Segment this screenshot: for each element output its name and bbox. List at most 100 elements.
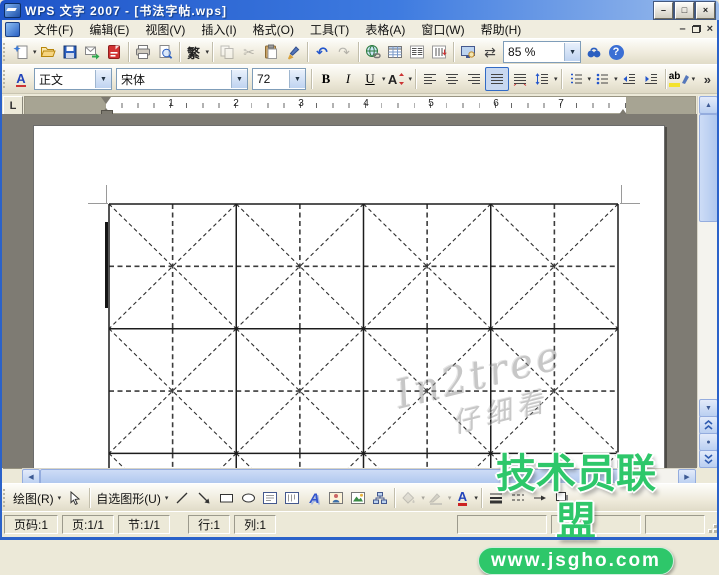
font-size-combo[interactable]: 72 ▼ — [252, 68, 306, 90]
open-button[interactable] — [37, 41, 59, 63]
underline-dropdown-arrow[interactable]: ▾ — [382, 75, 386, 83]
save-button[interactable] — [59, 41, 81, 63]
resize-grip[interactable] — [704, 520, 717, 533]
numbering-button[interactable] — [565, 68, 587, 90]
line-spacing-dropdown-arrow[interactable]: ▾ — [554, 75, 558, 83]
copy-button[interactable] — [216, 41, 238, 63]
menu-table[interactable]: 表格(A) — [357, 20, 413, 39]
line-color-button[interactable] — [425, 487, 447, 509]
distribute-button[interactable] — [509, 68, 531, 90]
text-direction-button[interactable] — [428, 41, 450, 63]
style-combo[interactable]: 正文 ▼ — [34, 68, 112, 90]
print-button[interactable] — [132, 41, 154, 63]
character-scale-button[interactable]: A — [386, 68, 408, 90]
rectangle-button[interactable] — [215, 487, 237, 509]
minimize-button[interactable]: – — [654, 2, 673, 19]
close-button[interactable]: × — [696, 2, 715, 19]
mdi-restore-button[interactable] — [692, 25, 701, 33]
bullets-button[interactable] — [591, 68, 613, 90]
traditional-simplified-button[interactable]: 繁 — [183, 41, 205, 63]
menu-help[interactable]: 帮助(H) — [473, 20, 530, 39]
columns-button[interactable] — [406, 41, 428, 63]
tab-selector-button[interactable]: L — [3, 96, 23, 116]
menu-window[interactable]: 窗口(W) — [413, 20, 472, 39]
menu-view[interactable]: 视图(V) — [137, 20, 193, 39]
align-center-button[interactable] — [441, 68, 463, 90]
styles-formatting-button[interactable]: A — [10, 68, 32, 90]
align-left-button[interactable] — [419, 68, 441, 90]
insert-hyperlink-button[interactable] — [362, 41, 384, 63]
send-email-button[interactable] — [81, 41, 103, 63]
font-color-button[interactable]: A — [451, 487, 473, 509]
highlight-dropdown-arrow[interactable]: ▾ — [692, 75, 696, 83]
menu-format[interactable]: 格式(O) — [245, 20, 302, 39]
scroll-up-button[interactable]: ▲ — [699, 96, 718, 114]
text-box-button[interactable] — [259, 487, 281, 509]
toolbar-drag-handle[interactable] — [2, 70, 7, 88]
cut-button[interactable]: ✂ — [238, 41, 260, 63]
justify-button[interactable] — [485, 67, 509, 91]
menu-tools[interactable]: 工具(T) — [302, 20, 357, 39]
insert-picture-button[interactable] — [347, 487, 369, 509]
vertical-text-box-button[interactable] — [281, 487, 303, 509]
fill-color-button[interactable] — [398, 487, 420, 509]
word-wrap-button[interactable]: ⇄ — [479, 41, 501, 63]
select-browse-object-button[interactable]: ● — [699, 433, 718, 451]
find-button[interactable] — [583, 41, 605, 63]
toolbar-drag-handle[interactable] — [2, 43, 7, 61]
redo-button[interactable]: ↷ — [333, 41, 355, 63]
select-objects-button[interactable] — [64, 487, 86, 509]
print-preview-button[interactable] — [154, 41, 176, 63]
style-dropdown-arrow[interactable]: ▼ — [95, 70, 111, 88]
scroll-down-button[interactable]: ▼ — [699, 399, 718, 417]
menu-file[interactable]: 文件(F) — [26, 20, 81, 39]
format-painter-button[interactable] — [282, 41, 304, 63]
arrow-button[interactable] — [193, 487, 215, 509]
vertical-scrollbar[interactable]: ▲ ▼ ● — [697, 96, 717, 467]
align-right-button[interactable] — [463, 68, 485, 90]
toolbar-separator — [453, 42, 454, 62]
previous-page-button[interactable] — [699, 416, 718, 434]
toolbar-separator — [311, 69, 312, 89]
maximize-button[interactable]: □ — [675, 2, 694, 19]
mdi-close-button[interactable]: × — [707, 24, 713, 35]
next-page-button[interactable] — [699, 450, 718, 468]
fullscreen-button[interactable] — [457, 41, 479, 63]
font-combo[interactable]: 宋体 ▼ — [116, 68, 248, 90]
character-scale-dropdown-arrow[interactable]: ▾ — [409, 75, 413, 83]
italic-button[interactable]: I — [337, 68, 359, 90]
draw-menu-button[interactable]: 绘图(R) ▾ — [10, 490, 64, 507]
oval-button[interactable] — [237, 487, 259, 509]
line-button[interactable] — [171, 487, 193, 509]
help-button[interactable]: ? — [605, 41, 627, 63]
undo-button[interactable]: ↶ — [311, 41, 333, 63]
underline-button[interactable]: U — [359, 68, 381, 90]
traditional-dropdown-arrow[interactable]: ▾ — [206, 48, 210, 56]
autoshapes-button[interactable]: 自选图形(U) ▾ — [93, 490, 171, 507]
font-size-dropdown-arrow[interactable]: ▼ — [289, 70, 305, 88]
highlight-button[interactable]: ab — [669, 68, 691, 90]
status-line: 行:1 — [188, 515, 230, 534]
toolbar-drag-handle[interactable] — [2, 489, 7, 507]
font-dropdown-arrow[interactable]: ▼ — [231, 70, 247, 88]
menu-edit[interactable]: 编辑(E) — [81, 20, 137, 39]
new-dropdown-arrow[interactable]: ▾ — [33, 48, 37, 56]
increase-indent-button[interactable] — [640, 68, 662, 90]
menu-insert[interactable]: 插入(I) — [193, 20, 244, 39]
bold-button[interactable]: B — [315, 68, 337, 90]
mdi-minimize-button[interactable]: – — [679, 24, 685, 35]
decrease-indent-button[interactable] — [618, 68, 640, 90]
vertical-scroll-thumb[interactable] — [699, 114, 718, 222]
export-pdf-button[interactable] — [103, 41, 125, 63]
paste-button[interactable] — [260, 41, 282, 63]
wordart-button[interactable]: A — [303, 487, 325, 509]
insert-diagram-button[interactable] — [369, 487, 391, 509]
zoom-combo[interactable]: 85 % ▼ — [503, 41, 581, 63]
toolbar-overflow-button[interactable]: » — [704, 72, 711, 87]
clip-art-button[interactable] — [325, 487, 347, 509]
zoom-dropdown-arrow[interactable]: ▼ — [564, 43, 580, 61]
new-document-button[interactable] — [10, 41, 32, 63]
line-spacing-button[interactable] — [531, 68, 553, 90]
insert-table-button[interactable] — [384, 41, 406, 63]
autoshapes-dropdown-arrow: ▾ — [165, 494, 169, 502]
